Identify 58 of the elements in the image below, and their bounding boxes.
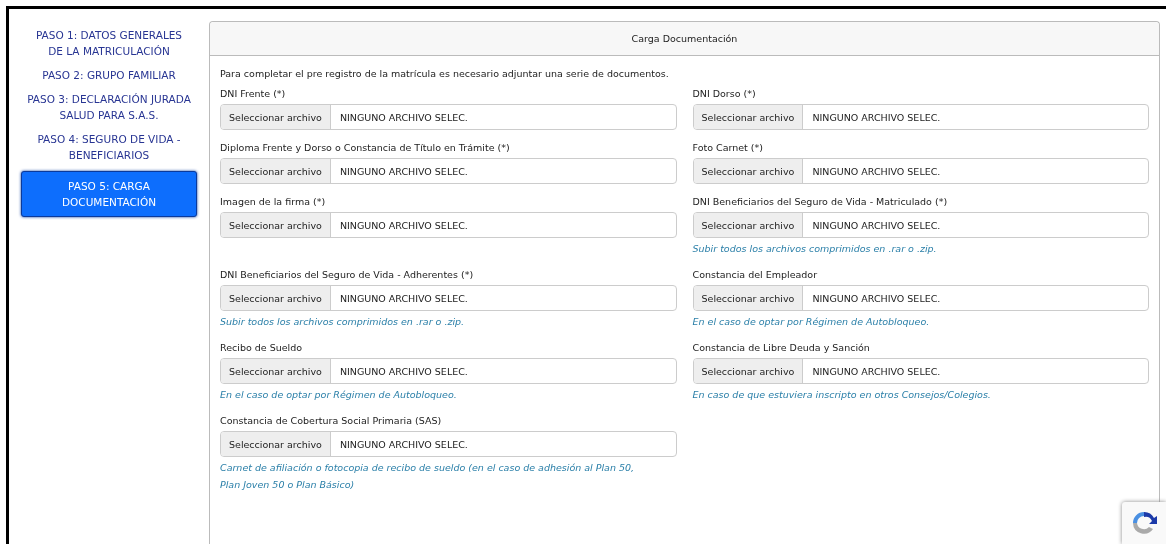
file-status: NINGUNO ARCHIVO SELEC.: [338, 111, 468, 123]
hint-text: Subir todos los archivos comprimidos en .rar o .zip.: [220, 315, 466, 329]
field-label: DNI Beneficiarios del Seguro de Vida - Adherentes (*): [220, 269, 475, 281]
intro-text: Para completar el pre registro de la matrícula es necesario adjuntar una serie de documentos.: [220, 68, 670, 79]
field-label: DNI Frente (*): [220, 88, 287, 100]
field-label: Constancia de Libre Deuda y Sanción: [692, 342, 871, 354]
field-label: Diploma Frente y Dorso o Constancia de Título en Trámite (*): [220, 142, 511, 154]
hint-text: En el caso de optar por Régimen de Autobloqueo.: [220, 388, 458, 402]
choose-file-button[interactable]: Seleccionar archivo: [693, 159, 804, 183]
file-input[interactable]: Seleccionar archivo NINGUNO ARCHIVO SELEC.: [220, 158, 677, 184]
field-label: DNI Beneficiarios del Seguro de Vida - Matriculado (*): [692, 196, 949, 208]
choose-file-button[interactable]: Seleccionar archivo: [221, 159, 331, 183]
hint-text: En el caso de optar por Régimen de Autobloqueo.: [692, 315, 931, 329]
file-input[interactable]: Seleccionar archivo NINGUNO ARCHIVO SELEC.: [220, 431, 677, 457]
file-status: NINGUNO ARCHIVO SELEC.: [338, 165, 468, 177]
file-input[interactable]: Seleccionar archivo NINGUNO ARCHIVO SELEC.: [220, 358, 677, 384]
field-label: Constancia de Cobertura Social Primaria (SAS): [220, 415, 443, 427]
file-input[interactable]: Seleccionar archivo NINGUNO ARCHIVO SELEC.: [220, 212, 677, 238]
file-input[interactable]: Seleccionar archivo NINGUNO ARCHIVO SELEC.: [692, 158, 1149, 184]
choose-file-button[interactable]: Seleccionar archivo: [693, 286, 804, 310]
choose-file-button[interactable]: Seleccionar archivo: [693, 213, 804, 237]
file-status: NINGUNO ARCHIVO SELEC.: [811, 292, 941, 304]
field-label: DNI Dorso (*): [692, 88, 757, 100]
hint-text: Subir todos los archivos comprimidos en .rar o .zip.: [692, 242, 938, 256]
choose-file-button[interactable]: Seleccionar archivo: [221, 432, 331, 456]
file-input[interactable]: Seleccionar archivo NINGUNO ARCHIVO SELEC.: [692, 285, 1149, 311]
file-status: NINGUNO ARCHIVO SELEC.: [338, 292, 468, 304]
file-status: NINGUNO ARCHIVO SELEC.: [811, 165, 941, 177]
field-label: Imagen de la firma (*): [220, 196, 327, 208]
choose-file-button[interactable]: Seleccionar archivo: [221, 359, 331, 383]
file-status: NINGUNO ARCHIVO SELEC.: [338, 219, 468, 231]
hint-text: En caso de que estuviera inscripto en otros Consejos/Colegios.: [692, 388, 992, 402]
choose-file-button[interactable]: Seleccionar archivo: [221, 105, 331, 129]
file-status: NINGUNO ARCHIVO SELEC.: [811, 219, 941, 231]
step-link[interactable]: PASO 2: GRUPO FAMILIAR: [21, 67, 197, 83]
panel-title: Carga Documentación: [631, 33, 738, 44]
step-link[interactable]: PASO 5: CARGA DOCUMENTACIÓN: [21, 171, 197, 217]
choose-file-button[interactable]: Seleccionar archivo: [693, 105, 804, 129]
step-link[interactable]: PASO 4: SEGURO DE VIDA - BENEFICIARIOS: [21, 131, 197, 163]
field-label: Foto Carnet (*): [692, 142, 764, 154]
file-input[interactable]: Seleccionar archivo NINGUNO ARCHIVO SELEC.: [692, 358, 1149, 384]
choose-file-button[interactable]: Seleccionar archivo: [693, 359, 804, 383]
file-status: NINGUNO ARCHIVO SELEC.: [338, 365, 468, 377]
choose-file-button[interactable]: Seleccionar archivo: [221, 213, 331, 237]
choose-file-button[interactable]: Seleccionar archivo: [221, 286, 331, 310]
file-input[interactable]: Seleccionar archivo NINGUNO ARCHIVO SELEC.: [220, 285, 677, 311]
step-link[interactable]: PASO 3: DECLARACIÓN JURADA SALUD PARA S.A.S.: [21, 91, 197, 123]
step-link[interactable]: PASO 1: DATOS GENERALES DE LA MATRICULACIÓN: [21, 27, 197, 59]
hint-text: Carnet de afiliación o fotocopia de recibo de sueldo (en el caso de adhesión al Plan 50, Plan Joven 50 o Plan Básico): [220, 461, 636, 492]
file-input[interactable]: Seleccionar archivo NINGUNO ARCHIVO SELEC.: [692, 212, 1149, 238]
field-label: Constancia del Empleador: [692, 269, 819, 281]
file-status: NINGUNO ARCHIVO SELEC.: [811, 365, 941, 377]
field-label: Recibo de Sueldo: [220, 342, 304, 354]
file-input[interactable]: Seleccionar archivo NINGUNO ARCHIVO SELEC.: [220, 104, 677, 130]
file-status: NINGUNO ARCHIVO SELEC.: [338, 438, 468, 450]
file-status: NINGUNO ARCHIVO SELEC.: [811, 111, 941, 123]
recaptcha-icon[interactable]: [1130, 509, 1158, 537]
file-input[interactable]: Seleccionar archivo NINGUNO ARCHIVO SELEC.: [692, 104, 1149, 130]
